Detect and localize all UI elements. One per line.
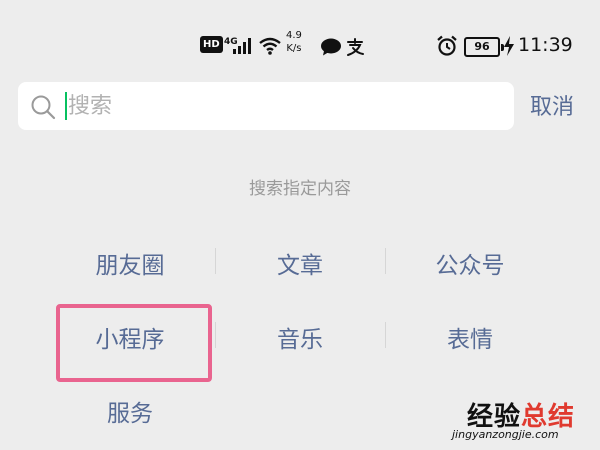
search-hint: 搜索指定内容 (249, 179, 351, 199)
speed-value: 4.9 (286, 30, 302, 41)
category-articles[interactable]: 文章 (215, 246, 385, 280)
highlight-annotation (56, 304, 212, 382)
battery-level: 96 (464, 37, 500, 57)
watermark-url: jingyanzongjie.com (452, 428, 559, 441)
signal-icon (233, 33, 255, 57)
network-speed: 4.9 K/s (286, 29, 302, 59)
wifi-icon (258, 34, 282, 58)
category-official-accounts[interactable]: 公众号 (385, 246, 555, 280)
clock-time: 11:39 (518, 34, 573, 56)
cancel-button[interactable]: 取消 (530, 90, 574, 126)
search-input[interactable] (68, 82, 488, 130)
alipay-icon (345, 35, 365, 59)
category-stickers[interactable]: 表情 (385, 320, 555, 354)
category-moments[interactable]: 朋友圈 (45, 246, 215, 280)
battery-indicator: 96 (464, 35, 504, 59)
text-cursor (65, 92, 67, 120)
alarm-icon (436, 34, 458, 58)
status-bar: HD 4G 4.9 K/s 96 11:39 (0, 0, 600, 80)
speed-unit: K/s (286, 43, 302, 54)
search-icon (30, 94, 56, 124)
charging-icon (503, 34, 515, 58)
category-services[interactable]: 服务 (45, 394, 215, 428)
hd-badge: HD (200, 36, 223, 53)
category-music[interactable]: 音乐 (215, 320, 385, 354)
chat-icon (320, 35, 342, 59)
